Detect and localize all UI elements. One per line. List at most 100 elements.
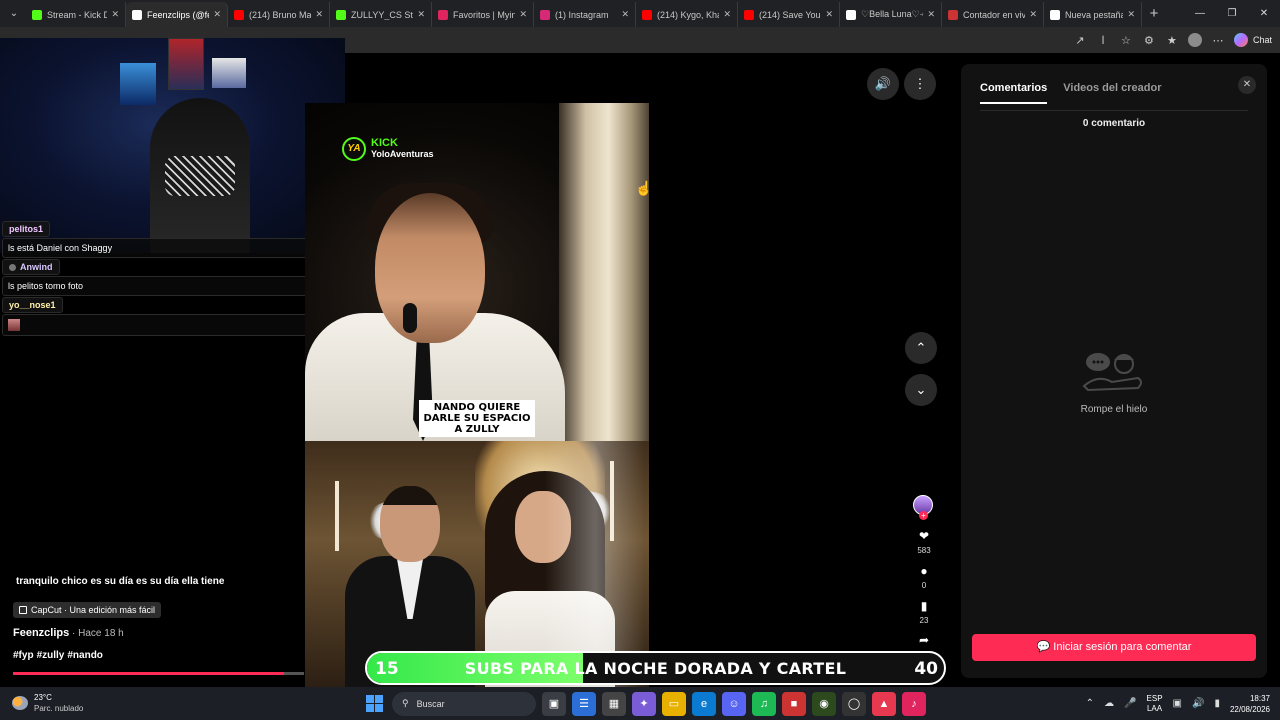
close-tab-icon[interactable]: ✕ <box>315 9 323 20</box>
close-tab-icon[interactable]: ✕ <box>519 9 527 20</box>
onedrive-icon[interactable]: ☁ <box>1104 698 1114 709</box>
share-arrow-icon: ➦ <box>918 633 930 647</box>
close-tab-icon[interactable]: ✕ <box>825 9 833 20</box>
extensions-icon[interactable]: ⚙ <box>1142 34 1156 47</box>
curtain <box>559 103 649 441</box>
edge-browser-icon[interactable]: e <box>692 691 716 716</box>
tab-actions-menu-icon[interactable]: ⌄ <box>2 4 26 24</box>
close-tab-icon[interactable]: ✕ <box>723 9 731 20</box>
favorites-icon[interactable]: ★ <box>1165 34 1179 47</box>
discord-icon[interactable]: ☺ <box>722 691 746 716</box>
task-view-icon[interactable]: ▣ <box>542 691 566 716</box>
close-tab-icon[interactable]: ✕ <box>1029 9 1037 20</box>
capcut-anchor[interactable]: CapCut · Una edición más fácil <box>13 602 162 618</box>
translate-icon[interactable]: ا <box>1096 34 1110 47</box>
hashtag-link[interactable]: #nando <box>67 650 103 661</box>
save-button[interactable]: ▮ 23 <box>913 599 935 625</box>
face <box>375 193 485 343</box>
next-video-chevron-down-icon[interactable]: ⌄ <box>905 374 937 406</box>
close-tab-icon[interactable]: ✕ <box>213 9 221 20</box>
tab-title: (214) Bruno Mars <box>249 9 312 20</box>
profile-avatar[interactable] <box>1187 33 1202 47</box>
start-windows-icon[interactable] <box>362 692 386 716</box>
volume-icon[interactable]: 🔊 <box>867 68 899 100</box>
comments-panel: Comentarios Videos del creador ✕ 0 comen… <box>961 64 1267 678</box>
browser-tab[interactable]: (214) Kygo, Khali ✕ <box>636 2 738 27</box>
tiktok-app-icon[interactable]: ♪ <box>902 691 926 716</box>
close-tab-icon[interactable]: ✕ <box>1127 9 1135 20</box>
close-tab-icon[interactable]: ✕ <box>927 9 935 20</box>
minimize-icon[interactable]: — <box>1184 0 1216 27</box>
follow-plus-icon[interactable]: + <box>919 511 928 520</box>
network-icon[interactable]: ▣ <box>1173 698 1182 709</box>
close-tab-icon[interactable]: ✕ <box>621 9 629 20</box>
browser-tab[interactable]: Stream - Kick Da ✕ <box>26 2 126 27</box>
system-tray: ⌃ ☁ 🎤 ESP LAA ▣ 🔊 ▮ 18:37 22/08/2026 <box>1086 687 1280 720</box>
notepad-icon[interactable]: ☰ <box>572 691 596 716</box>
login-to-comment-button[interactable]: 💬 Iniciar sesión para comentar <box>972 634 1256 661</box>
hashtags: #fyp #zully #nando <box>13 650 106 661</box>
comment-button[interactable]: ● 0 <box>913 564 935 590</box>
restore-icon[interactable]: ❐ <box>1216 0 1248 27</box>
browser-tab[interactable]: (214) Bruno Mars✕ <box>228 2 330 27</box>
close-window-icon[interactable]: ✕ <box>1248 0 1280 27</box>
browser-tab[interactable]: Favoritos | Myinst ✕ <box>432 2 534 27</box>
battery-icon[interactable]: ▮ <box>1214 698 1220 709</box>
keyboard-layout: LAA <box>1146 703 1163 713</box>
file-explorer-icon[interactable]: ▭ <box>662 691 686 716</box>
copilot-chat-button[interactable]: Chat <box>1233 33 1272 47</box>
tab-comments[interactable]: Comentarios <box>980 82 1048 104</box>
tab-title: Stream - Kick Da <box>47 9 107 20</box>
app-red-icon[interactable]: ▲ <box>872 691 896 716</box>
like-button[interactable]: ❤ 583 <box>913 529 935 555</box>
share-button[interactable]: ➦ <box>913 633 935 647</box>
weather-text: 23°C Parc. nublado <box>34 692 83 714</box>
tab-list: Stream - Kick Da✕Feenzclips (@feen✕(214)… <box>26 0 1142 27</box>
capcut-icon <box>19 606 27 614</box>
video-progress-bar[interactable] <box>13 672 304 675</box>
game-app-icon[interactable]: ◉ <box>812 691 836 716</box>
copilot-app-icon[interactable]: ✦ <box>632 691 656 716</box>
chat-username: pelitos1 <box>2 221 51 237</box>
hashtag-link[interactable]: #fyp <box>13 650 34 661</box>
obs-icon[interactable]: ◯ <box>842 691 866 716</box>
browser-tab[interactable]: ZULLYY_CS Strea ✕ <box>330 2 432 27</box>
language-indicator[interactable]: ESP LAA <box>1147 694 1163 714</box>
clock-time: 18:37 <box>1249 693 1270 703</box>
close-tab-icon[interactable]: ✕ <box>111 9 119 20</box>
microphone-icon[interactable]: 🎤 <box>1124 698 1136 709</box>
taskbar-clock[interactable]: 18:37 22/08/2026 <box>1230 693 1270 715</box>
more-options-icon[interactable]: ⋯ <box>1211 34 1225 47</box>
close-tab-icon[interactable]: ✕ <box>417 9 425 20</box>
partly-cloudy-icon <box>12 696 28 710</box>
save-count: 23 <box>919 616 929 625</box>
hashtag-link[interactable]: #zully <box>37 650 65 661</box>
video-author: Feenzclips · Hace 18 h <box>13 627 124 639</box>
previous-video-chevron-up-icon[interactable]: ⌃ <box>905 332 937 364</box>
store-icon[interactable]: ▦ <box>602 691 626 716</box>
capcut-app-icon[interactable]: ■ <box>782 691 806 716</box>
browser-tab[interactable]: Nueva pestaña ✕ <box>1044 2 1142 27</box>
volume-tray-icon[interactable]: 🔊 <box>1192 698 1204 709</box>
weather-widget[interactable]: 23°C Parc. nublado <box>12 692 83 714</box>
browser-tab[interactable]: Feenzclips (@feen ✕ <box>126 2 228 27</box>
tab-title: (214) Kygo, Khali <box>657 9 720 20</box>
stream-chat-message: Anwind ls pelitos tomo foto <box>2 257 357 296</box>
spotify-icon[interactable]: ♫ <box>752 691 776 716</box>
author-name[interactable]: Feenzclips <box>13 627 69 639</box>
tiktok-page: pelitos1 ls está Daniel con Shaggy Anwin… <box>0 38 1280 687</box>
taskbar-search[interactable]: ⚲ Buscar <box>392 691 536 716</box>
browser-tab[interactable]: Contador en vivo ✕ <box>942 2 1044 27</box>
tab-creator-videos[interactable]: Videos del creador <box>1063 82 1161 104</box>
show-hidden-icons-icon[interactable]: ⌃ <box>1086 698 1094 709</box>
wall-poster <box>168 38 204 90</box>
more-menu-icon[interactable]: ⋮ <box>904 68 936 100</box>
browser-tab[interactable]: (1) Instagram ✕ <box>534 2 636 27</box>
video-player[interactable]: NANDO QUIERE DARLE SU ESPACIO A ZULLY <box>305 103 649 687</box>
new-tab-button[interactable]: + <box>1142 5 1166 22</box>
browser-tab[interactable]: (214) Save Your T ✕ <box>738 2 840 27</box>
close-panel-icon[interactable]: ✕ <box>1238 76 1256 94</box>
open-in-app-icon[interactable]: ↗ <box>1073 34 1087 47</box>
browser-tab[interactable]: ♡Bella Luna♡∙ex ✕ <box>840 2 942 27</box>
favorite-star-icon[interactable]: ☆ <box>1119 34 1133 47</box>
